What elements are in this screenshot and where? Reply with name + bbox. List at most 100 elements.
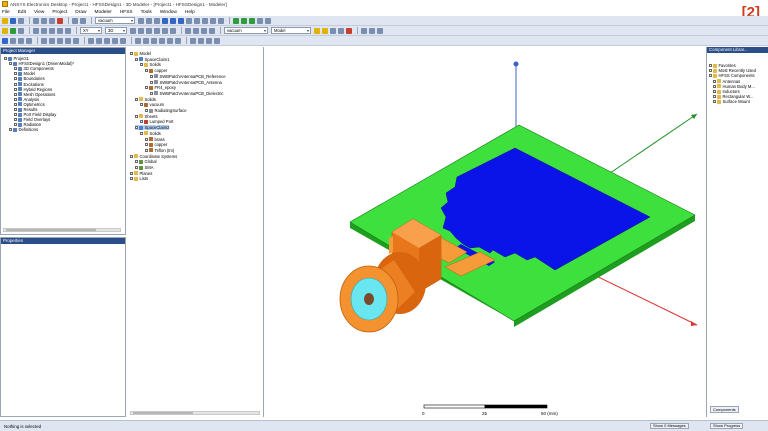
expand-toggle-icon[interactable] [713,95,716,99]
undo-icon[interactable] [72,17,78,24]
iso-view-icon[interactable] [2,37,8,44]
menu-draw[interactable]: Draw [75,10,86,15]
results-icon[interactable] [18,27,24,34]
uncover-icon[interactable] [167,37,173,44]
imprint-icon[interactable] [265,17,271,24]
expand-toggle-icon[interactable] [713,100,716,104]
expand-toggle-icon[interactable] [150,74,153,78]
expand-toggle-icon[interactable] [130,171,133,175]
show-progress-button[interactable]: Show Progress [710,423,744,429]
menu-edit[interactable]: Edit [18,10,26,15]
expand-toggle-icon[interactable] [9,128,12,132]
menu-hfss[interactable]: HFSS [120,10,133,15]
draw-spline-icon[interactable] [146,17,152,24]
expand-toggle-icon[interactable] [145,69,148,73]
model-tree-item[interactable]: copper [145,68,167,73]
expand-toggle-icon[interactable] [14,102,17,106]
expand-toggle-icon[interactable] [130,154,133,158]
cut-icon[interactable] [33,17,39,24]
new-project-icon[interactable] [2,17,8,24]
grid-icon[interactable] [130,27,136,34]
expand-toggle-icon[interactable] [150,91,153,95]
split-icon[interactable] [257,17,263,24]
menu-tools[interactable]: Tools [141,10,152,15]
model-tree-item[interactable]: SpaceClaim2 [135,125,170,131]
expand-toggle-icon[interactable] [14,97,17,101]
face-cs-icon[interactable] [162,27,168,34]
expand-toggle-icon[interactable] [145,137,148,141]
sweep-along-icon[interactable] [143,37,149,44]
shading-icon[interactable] [41,37,47,44]
expand-toggle-icon[interactable] [709,64,712,67]
model-tree-item[interactable]: Lists [130,176,148,181]
top-view-icon[interactable] [10,37,16,44]
insert-design-icon[interactable] [214,37,220,44]
menu-modeler[interactable]: Modeler [94,10,111,15]
show-messages-button[interactable]: Show 0 Messages [650,423,689,429]
scale-icon[interactable] [120,37,126,44]
expand-toggle-icon[interactable] [140,120,143,124]
history-icon[interactable] [190,37,196,44]
expand-toggle-icon[interactable] [14,108,17,111]
boundary-icon[interactable] [314,27,320,34]
expand-toggle-icon[interactable] [9,62,12,66]
expand-toggle-icon[interactable] [145,86,148,90]
intersect-icon[interactable] [249,17,255,24]
rotate-icon[interactable] [41,27,47,34]
expand-toggle-icon[interactable] [130,177,133,181]
copy-icon[interactable] [41,17,47,24]
expand-toggle-icon[interactable] [135,166,138,169]
expand-toggle-icon[interactable] [130,52,133,55]
model-tree-item[interactable]: Sheets [135,114,158,119]
save-icon[interactable] [18,17,24,24]
expand-toggle-icon[interactable] [150,80,153,84]
analyze-all-icon[interactable] [10,27,16,34]
expand-toggle-icon[interactable] [14,67,17,71]
redo-icon[interactable] [80,17,86,24]
expand-toggle-icon[interactable] [135,114,138,118]
model-tree-item[interactable]: Teflon (tm) [145,148,174,153]
sweep-icon[interactable] [346,27,352,34]
expand-toggle-icon[interactable] [14,118,17,122]
subtract-icon[interactable] [241,17,247,24]
draw-torus-icon[interactable] [186,17,192,24]
model-tree-item[interactable]: Solids [135,97,156,102]
project-tree-item[interactable]: Definitions [9,127,38,132]
menu-project[interactable]: Project [52,10,67,15]
fit-all-icon[interactable] [57,27,63,34]
menu-window[interactable]: Window [160,10,177,15]
expand-toggle-icon[interactable] [14,82,17,86]
model-tree-item[interactable]: Coordinate Systems [130,154,177,159]
expand-toggle-icon[interactable] [14,72,17,76]
thicken-icon[interactable] [151,37,157,44]
move-icon[interactable] [88,37,94,44]
dimension-select[interactable]: 3D [105,27,127,34]
expand-toggle-icon[interactable] [14,87,17,91]
expand-toggle-icon[interactable] [14,77,17,81]
model-tree-item[interactable]: Solids [140,131,161,136]
expand-toggle-icon[interactable] [135,97,138,101]
menu-file[interactable]: File [2,10,10,15]
expand-toggle-icon[interactable] [713,79,716,83]
excitation-icon[interactable] [322,27,328,34]
side-view-icon[interactable] [26,37,32,44]
model-tree-item[interactable]: vacuum [140,102,164,107]
model-tree-scrollbar[interactable] [130,411,260,415]
mirror-icon[interactable] [104,37,110,44]
model-tree-item[interactable]: SMA [135,165,154,170]
zoom-icon[interactable] [49,27,55,34]
expand-toggle-icon[interactable] [145,143,148,147]
model-tree-item[interactable]: Solids [140,62,161,67]
model-tree-item[interactable]: Planes [130,171,152,176]
draw-cylinder-icon[interactable] [170,17,176,24]
fit-selection-icon[interactable] [65,27,71,34]
duplicate-icon[interactable] [112,37,118,44]
expand-toggle-icon[interactable] [14,113,17,117]
expand-toggle-icon[interactable] [140,103,143,107]
model-tree-item[interactable]: RadiatingSurface [145,108,187,113]
expand-toggle-icon[interactable] [709,69,712,73]
draw-mode-select[interactable]: Model [271,27,311,34]
draw-polygon-icon[interactable] [218,17,224,24]
expand-toggle-icon[interactable] [4,57,7,60]
material-select[interactable]: vacuum [95,17,135,24]
